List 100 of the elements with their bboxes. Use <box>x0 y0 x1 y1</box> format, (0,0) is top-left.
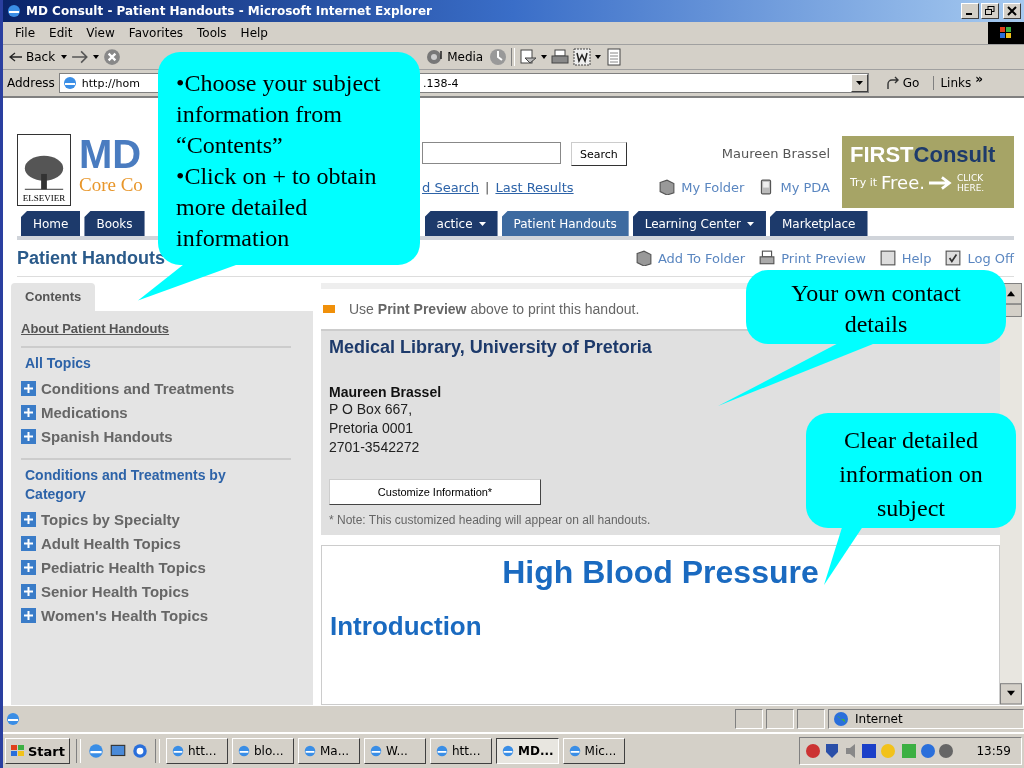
nav-tab[interactable]: Patient Handouts <box>501 211 629 236</box>
forward-arrow-icon[interactable] <box>71 48 90 66</box>
menu-item[interactable]: Tools <box>191 26 233 40</box>
taskbar-button[interactable]: W... <box>364 738 426 764</box>
close-button[interactable] <box>1003 3 1021 19</box>
contact-line: P O Box 667, <box>329 400 412 419</box>
expand-icon[interactable] <box>21 380 36 396</box>
notice-text: Use Print Preview above to print this handout. <box>349 301 640 317</box>
window-title: MD Consult - Patient Handouts - Microsoft Internet Explorer <box>26 4 432 18</box>
topic-link[interactable]: Topics by Specialty <box>41 510 180 528</box>
article-title: High Blood Pressure <box>502 554 819 591</box>
minimize-button[interactable] <box>961 3 979 19</box>
contact-heading: Medical Library, University of Pretoria <box>329 337 652 358</box>
expand-icon[interactable] <box>21 583 36 599</box>
advertisement-banner[interactable]: FIRSTConsult Try it Free. CLICK HERE. <box>842 136 1014 208</box>
topic-link[interactable]: Spanish Handouts <box>41 427 173 445</box>
section-heading[interactable]: All Topics <box>21 354 265 373</box>
browser-icon <box>237 744 251 758</box>
search-link[interactable]: d Search <box>422 180 480 195</box>
section-heading: Introduction <box>330 611 483 642</box>
caret-icon <box>855 81 863 85</box>
nav-tab[interactable]: Home <box>21 211 81 236</box>
topic-link[interactable]: Women's Health Topics <box>41 606 209 624</box>
taskbar-button[interactable]: MD... <box>496 738 559 764</box>
expand-icon[interactable] <box>21 404 36 420</box>
browser-icon <box>369 744 383 758</box>
search-button[interactable]: Search <box>571 142 627 166</box>
user-name: Maureen Brassel <box>721 146 830 161</box>
publisher-name: ELSEVIER <box>22 193 66 203</box>
nav-tab[interactable]: Books <box>84 211 145 236</box>
search-field[interactable] <box>422 142 561 164</box>
taskbar-button[interactable]: htt... <box>166 738 228 764</box>
printer-icon[interactable] <box>551 48 570 66</box>
taskbar-button[interactable]: Ma... <box>298 738 360 764</box>
help-link[interactable]: Help <box>901 250 932 266</box>
close-icon <box>1007 6 1017 16</box>
start-button[interactable]: Start <box>5 738 70 764</box>
contact-line: 2701-3542272 <box>329 438 420 457</box>
browser-icon <box>171 744 185 758</box>
expand-icon[interactable] <box>21 607 36 623</box>
callout-tooltip: Clear detailed information on subject <box>806 413 1016 528</box>
history-icon[interactable] <box>489 48 508 66</box>
nav-tab[interactable]: actice <box>424 211 498 236</box>
printer-icon <box>759 250 776 266</box>
links-label[interactable]: Links <box>933 76 972 90</box>
caret-icon[interactable] <box>541 55 548 59</box>
topic-link[interactable]: Conditions and Treatments <box>41 379 235 397</box>
contents-tab[interactable]: Contents <box>11 283 96 311</box>
document-edit-icon[interactable] <box>573 48 592 66</box>
back-button[interactable]: Back <box>7 50 58 64</box>
expand-icon[interactable] <box>21 559 36 575</box>
media-icon <box>426 48 445 66</box>
nav-tab[interactable]: Marketplace <box>769 211 868 236</box>
windows-logo-icon <box>10 744 26 758</box>
globe-icon <box>833 711 849 727</box>
menu-item[interactable]: Edit <box>43 26 79 40</box>
expand-icon[interactable] <box>21 511 36 527</box>
nav-tab[interactable]: Learning Center <box>632 211 766 236</box>
callout-tooltip: Your own contact details <box>746 270 1006 344</box>
expand-icon[interactable] <box>21 535 36 551</box>
menu-item[interactable]: View <box>80 26 121 40</box>
topic-link[interactable]: Senior Health Topics <box>41 582 190 600</box>
print-preview-link[interactable]: Print Preview <box>781 250 866 266</box>
browser-icon <box>435 744 449 758</box>
status-pane <box>766 709 794 729</box>
browser-icon <box>6 3 22 19</box>
browser-icon <box>303 744 317 758</box>
caret-icon[interactable] <box>595 55 602 59</box>
taskbar-button[interactable]: htt... <box>430 738 492 764</box>
contact-name: Maureen Brassel <box>329 384 442 400</box>
caret-icon[interactable] <box>93 55 100 59</box>
last-results-link[interactable]: Last Results <box>495 180 574 195</box>
status-pane <box>797 709 825 729</box>
media-button[interactable]: Media <box>424 48 486 66</box>
topic-link[interactable]: Pediatric Health Topics <box>41 558 206 576</box>
address-label: Address <box>7 76 55 90</box>
taskbar-button[interactable]: blo... <box>232 738 294 764</box>
help-icon <box>879 250 896 266</box>
taskbar-button[interactable]: Mic... <box>562 738 625 764</box>
add-to-folder-link[interactable]: Add To Folder <box>657 250 746 266</box>
section-heading[interactable]: Conditions and Treatments by Category <box>21 466 265 504</box>
more-links-button[interactable]: » <box>975 72 984 86</box>
topic-link[interactable]: Adult Health Topics <box>41 534 181 552</box>
caret-icon[interactable] <box>61 55 68 59</box>
windows-logo-icon <box>988 22 1024 44</box>
back-arrow-icon <box>9 52 23 62</box>
log-off-link[interactable]: Log Off <box>967 250 1014 266</box>
ad-text: Free. <box>881 172 925 193</box>
menu-item[interactable]: Help <box>234 26 274 40</box>
menu-item[interactable]: Favorites <box>122 26 190 40</box>
about-link[interactable]: About Patient Handouts <box>21 321 170 336</box>
browser-icon <box>567 744 582 758</box>
my-pda-link[interactable]: My PDA <box>780 179 830 195</box>
my-folder-link[interactable]: My Folder <box>681 179 745 195</box>
expand-icon[interactable] <box>21 428 36 444</box>
menu-item[interactable]: File <box>9 26 42 40</box>
topic-link[interactable]: Medications <box>41 403 128 421</box>
restore-button[interactable] <box>981 3 999 19</box>
go-button[interactable]: Go <box>879 75 926 91</box>
customize-button[interactable]: Customize Information* <box>329 479 541 505</box>
